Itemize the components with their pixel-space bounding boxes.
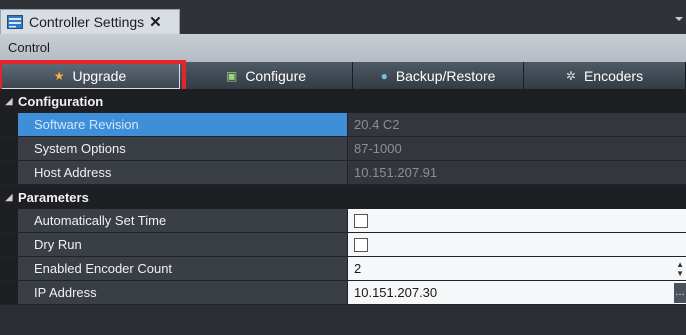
category-label: Configuration xyxy=(18,93,104,109)
controller-settings-panel: Control ★ Upgrade ▣ Configure ● Backup/R… xyxy=(0,34,686,335)
backup-restore-label: Backup/Restore xyxy=(395,67,496,84)
star-icon: ★ xyxy=(53,68,65,83)
property-row[interactable]: Dry Run xyxy=(0,233,686,257)
category-configuration[interactable]: ◢ Configuration xyxy=(0,89,686,113)
disc-icon: ● xyxy=(380,68,388,83)
property-row[interactable]: IP Address 10.151.207.30 … xyxy=(0,281,686,305)
property-value xyxy=(348,233,686,256)
property-name[interactable]: Software Revision xyxy=(18,113,348,136)
property-name[interactable]: Host Address xyxy=(18,161,348,184)
encoder-count-input[interactable]: 2 ▲ ▼ xyxy=(348,257,686,280)
configure-button[interactable]: ▣ Configure xyxy=(180,62,353,89)
upgrade-label: Upgrade xyxy=(72,67,127,84)
collapse-triangle-icon[interactable]: ◢ xyxy=(0,96,18,107)
auto-set-time-checkbox[interactable] xyxy=(354,213,368,228)
property-row[interactable]: Enabled Encoder Count 2 ▲ ▼ xyxy=(0,257,686,281)
property-value: 10.151.207.91 xyxy=(348,161,686,184)
encoder-count-value: 2 xyxy=(354,261,362,276)
encoders-button[interactable]: ✲ Encoders xyxy=(524,62,686,89)
document-icon: ▣ xyxy=(225,68,238,83)
dry-run-checkbox[interactable] xyxy=(354,237,368,252)
controller-icon xyxy=(7,15,23,29)
property-name[interactable]: Enabled Encoder Count xyxy=(18,257,348,280)
chevron-down-icon[interactable] xyxy=(675,17,683,21)
spinner-arrows-icon[interactable]: ▲ ▼ xyxy=(676,260,684,278)
browse-ellipsis-button[interactable]: … xyxy=(674,283,686,303)
property-value: 20.4 C2 xyxy=(348,113,686,136)
property-name[interactable]: Dry Run xyxy=(18,233,348,256)
property-value: 87-1000 xyxy=(348,137,686,160)
control-group-header: Control xyxy=(0,34,686,62)
property-row[interactable]: System Options 87-1000 xyxy=(0,137,686,161)
property-name[interactable]: Automatically Set Time xyxy=(18,209,348,232)
category-label: Parameters xyxy=(18,189,89,205)
property-value xyxy=(348,209,686,232)
tab-title: Controller Settings xyxy=(29,14,145,30)
property-row[interactable]: Automatically Set Time xyxy=(0,209,686,233)
encoders-label: Encoders xyxy=(583,67,644,84)
document-tab-strip: Controller Settings ✕ xyxy=(0,0,686,34)
property-name[interactable]: System Options xyxy=(18,137,348,160)
control-button-bar: ★ Upgrade ▣ Configure ● Backup/Restore ✲… xyxy=(0,62,686,89)
collapse-triangle-icon[interactable]: ◢ xyxy=(0,192,18,203)
property-grid: ◢ Configuration Software Revision 20.4 C… xyxy=(0,89,686,305)
property-row[interactable]: Host Address 10.151.207.91 xyxy=(0,161,686,185)
upgrade-button[interactable]: ★ Upgrade xyxy=(0,62,180,89)
property-name[interactable]: IP Address xyxy=(18,281,348,304)
ip-address-value: 10.151.207.30 xyxy=(354,285,438,300)
backup-restore-button[interactable]: ● Backup/Restore xyxy=(353,62,524,89)
property-row[interactable]: Software Revision 20.4 C2 xyxy=(0,113,686,137)
ip-address-input[interactable]: 10.151.207.30 … xyxy=(348,281,686,304)
gear-icon: ✲ xyxy=(565,68,576,83)
category-parameters[interactable]: ◢ Parameters xyxy=(0,185,686,209)
controller-settings-tab[interactable]: Controller Settings ✕ xyxy=(0,9,180,34)
close-icon[interactable]: ✕ xyxy=(149,13,162,31)
configure-label: Configure xyxy=(245,67,307,84)
